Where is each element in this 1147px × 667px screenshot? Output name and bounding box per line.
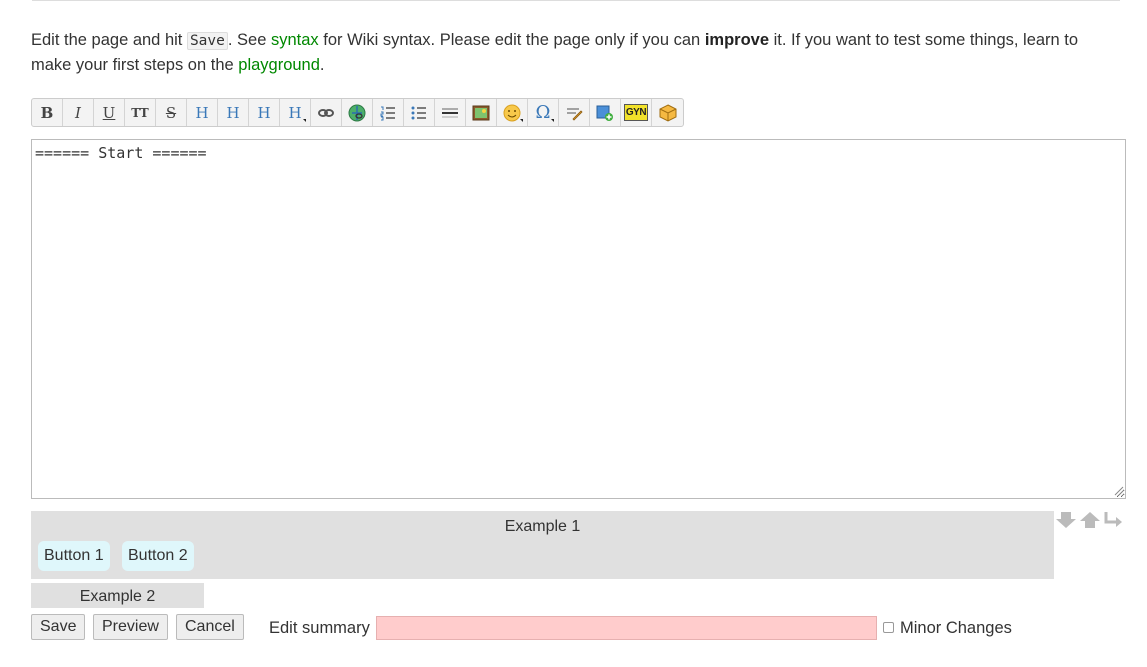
syntax-link[interactable]: syntax (271, 31, 319, 49)
arrow-up-icon[interactable] (1079, 511, 1101, 529)
unordered-list-icon (411, 106, 426, 119)
omega-icon: Ω (535, 102, 551, 123)
box-button[interactable] (652, 99, 683, 126)
wrap-toggle-icon[interactable] (1103, 511, 1123, 529)
ordered-list-button[interactable] (373, 99, 404, 126)
horizontal-rule-icon (442, 108, 458, 117)
bold-button[interactable]: B (32, 99, 63, 126)
heading-select-icon: H (288, 103, 302, 122)
example-1-panel: Example 1 Button 1 Button 2 (31, 511, 1054, 579)
preview-button[interactable]: Preview (93, 614, 168, 640)
underline-button[interactable]: U (94, 99, 125, 126)
insert-plugin-button[interactable] (590, 99, 621, 126)
gyn-icon: GYN (623, 104, 649, 121)
heading-same-icon: H (195, 103, 209, 122)
improve-text: improve (704, 31, 769, 49)
add-image-button[interactable] (466, 99, 497, 126)
underline-icon: U (102, 103, 116, 122)
unordered-list-button[interactable] (404, 99, 435, 126)
ordered-list-icon (380, 106, 395, 120)
edit-intro-text: Edit the page and hit Save. See syntax f… (31, 28, 1121, 77)
top-divider (32, 0, 1120, 1)
strikethrough-button[interactable]: S (156, 99, 187, 126)
editor-toolbar: B I U TT S H H H H Ω GYN (31, 98, 684, 127)
smileys-button[interactable] (497, 99, 528, 126)
save-code: Save (186, 32, 228, 50)
plugin-add-icon (596, 105, 613, 121)
button-2[interactable]: Button 2 (122, 541, 194, 571)
example-2-title: Example 2 (79, 588, 156, 605)
example-1-title: Example 1 (504, 518, 581, 535)
box-icon (659, 103, 676, 122)
italic-icon: I (75, 103, 81, 122)
globe-link-icon (348, 104, 366, 121)
intro-text-1: Edit the page and hit (31, 31, 187, 49)
external-link-button[interactable] (342, 99, 373, 126)
monospace-icon: TT (131, 105, 149, 120)
special-chars-button[interactable]: Ω (528, 99, 559, 126)
strikethrough-icon: S (165, 103, 177, 122)
bold-icon: B (40, 103, 54, 122)
save-button[interactable]: Save (31, 614, 86, 640)
minor-changes-checkbox[interactable] (883, 622, 894, 633)
same-level-heading-button[interactable]: H (187, 99, 218, 126)
monospace-button[interactable]: TT (125, 99, 156, 126)
heading-higher-icon: H (257, 103, 271, 122)
intro-text-3: for Wiki syntax. Please edit the page on… (318, 31, 705, 49)
playground-link[interactable]: playground (238, 56, 320, 74)
signature-button[interactable] (559, 99, 590, 126)
button-1[interactable]: Button 1 (38, 541, 110, 571)
cancel-button[interactable]: Cancel (176, 614, 244, 640)
example-2-panel: Example 2 (31, 583, 204, 608)
higher-heading-button[interactable]: H (249, 99, 280, 126)
smiley-icon (503, 104, 521, 121)
editor-size-controls (1055, 511, 1125, 531)
image-icon (472, 105, 490, 120)
arrow-down-icon[interactable] (1055, 511, 1077, 529)
resize-grip-icon[interactable] (1114, 486, 1124, 496)
horizontal-rule-button[interactable] (435, 99, 466, 126)
link-icon (318, 108, 334, 117)
edit-summary-label: Edit summary (269, 619, 370, 637)
intro-text-5: . (319, 56, 325, 74)
link-button[interactable] (311, 99, 342, 126)
intro-text-2: . See (227, 31, 271, 49)
signature-icon (567, 107, 583, 121)
italic-button[interactable]: I (63, 99, 94, 126)
wiki-editor-textarea[interactable]: ====== Start ====== (31, 139, 1126, 499)
minor-changes-label[interactable]: Minor Changes (900, 619, 1012, 638)
heading-lower-icon: H (226, 103, 240, 122)
gyn-button[interactable]: GYN (621, 99, 652, 126)
lower-heading-button[interactable]: H (218, 99, 249, 126)
select-heading-button[interactable]: H (280, 99, 311, 126)
edit-summary-input[interactable] (376, 616, 877, 640)
